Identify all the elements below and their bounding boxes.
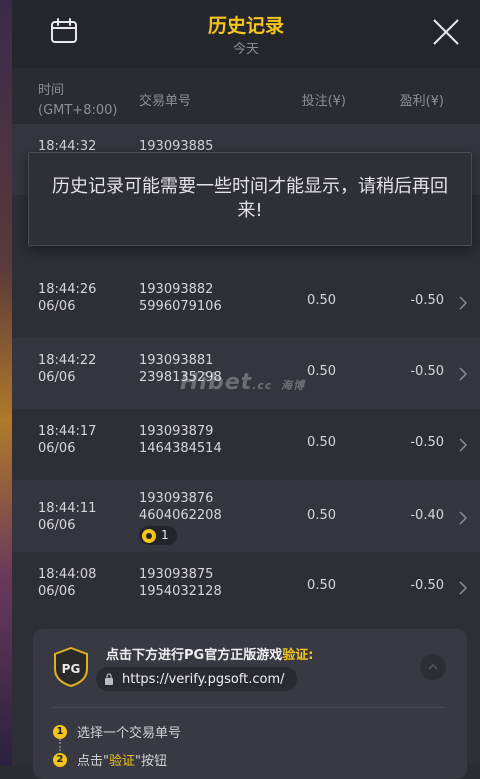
history-panel: 历史记录 今天 时间 (GMT+8:00) 交易单号 投注(¥) 盈利(¥) 1…: [12, 0, 480, 779]
row-profit: -0.40: [410, 508, 444, 523]
delay-notice: 历史记录可能需要一些时间才能显示，请稍后再回来!: [28, 152, 472, 246]
header: 历史记录 今天: [12, 0, 480, 68]
row-bet: 0.50: [307, 293, 336, 308]
row-bet: 0.50: [307, 508, 336, 523]
chevron-right-icon[interactable]: [458, 580, 468, 596]
row-profit: -0.50: [410, 435, 444, 450]
row-profit: -0.50: [410, 578, 444, 593]
game-background-strip: [0, 0, 12, 765]
verify-step-2: 2 点击"验证"按钮: [53, 750, 167, 769]
chevron-right-icon[interactable]: [458, 510, 468, 526]
table-row[interactable]: 18:44:26 06/06 193093882 5996079106 0.50 -…: [12, 267, 480, 338]
column-profit: 盈利(¥): [399, 94, 444, 109]
free-spin-icon: [142, 528, 156, 543]
date-filter-label: 今天: [232, 42, 259, 57]
watermark: Hibet.cc 海博: [180, 370, 306, 395]
verify-url-link[interactable]: https://verify.pgsoft.com/: [96, 667, 297, 691]
chevron-up-icon: [428, 663, 438, 670]
table-row[interactable]: 18:44:11 06/06 193093876 4604062208 1 0.5…: [12, 480, 480, 552]
pg-shield-icon: PG: [54, 647, 88, 687]
column-order: 交易单号: [139, 94, 192, 109]
row-bet: 0.50: [307, 364, 336, 379]
free-spin-badge: 1: [139, 526, 177, 545]
verify-step-1: 1 选择一个交易单号: [53, 722, 181, 741]
row-profit: -0.50: [410, 364, 444, 379]
chevron-right-icon[interactable]: [458, 437, 468, 453]
row-bet: 0.50: [307, 578, 336, 593]
row-profit: -0.50: [410, 293, 444, 308]
row-bet: 0.50: [307, 435, 336, 450]
table-row[interactable]: 18:44:08 06/06 193093875 1954032128 0.50 -…: [12, 552, 480, 623]
column-time: 时间 (GMT+8:00): [38, 83, 118, 118]
chevron-right-icon[interactable]: [458, 366, 468, 382]
page-title: 历史记录: [207, 15, 284, 37]
column-bet: 投注(¥): [301, 94, 346, 109]
divider: [53, 707, 445, 708]
verify-instruction: 点击下方进行PG官方正版游戏验证:: [106, 648, 314, 663]
verification-card: PG 点击下方进行PG官方正版游戏验证: https://verify.pgso…: [33, 629, 467, 779]
table-header: 时间 (GMT+8:00) 交易单号 投注(¥) 盈利(¥): [12, 68, 480, 124]
chevron-right-icon[interactable]: [458, 295, 468, 311]
lock-icon: [105, 673, 113, 685]
svg-text:PG: PG: [62, 662, 81, 676]
table-row[interactable]: 18:44:17 06/06 193093879 1464384514 0.50 -…: [12, 409, 480, 480]
close-icon[interactable]: [432, 18, 460, 46]
collapse-button[interactable]: [420, 654, 446, 680]
